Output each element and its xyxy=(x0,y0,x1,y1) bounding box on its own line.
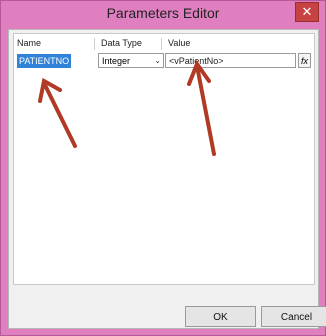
column-header-value: Value xyxy=(168,38,191,48)
window-title: Parameters Editor xyxy=(106,5,220,21)
cancel-button[interactable]: Cancel xyxy=(261,306,326,327)
parameter-name-cell[interactable]: PATIENTNO xyxy=(17,54,71,68)
ok-button[interactable]: OK xyxy=(185,306,256,327)
data-type-value: Integer xyxy=(102,56,131,66)
column-header-name: Name xyxy=(17,38,42,48)
column-header-data-type: Data Type xyxy=(101,38,142,48)
close-button[interactable]: ✕ xyxy=(295,2,319,22)
value-input[interactable]: <vPatientNo> xyxy=(165,53,296,68)
function-icon: fx xyxy=(300,56,308,66)
expression-button[interactable]: fx xyxy=(298,53,311,68)
parameters-grid: Name Data Type Value PATIENTNO Integer ⌄… xyxy=(13,33,315,285)
header-divider xyxy=(94,38,95,50)
dialog-body: Name Data Type Value PATIENTNO Integer ⌄… xyxy=(8,29,326,329)
data-type-select[interactable]: Integer ⌄ xyxy=(98,53,164,68)
parameters-editor-window: Parameters Editor ✕ Name Data Type Value… xyxy=(0,0,326,336)
title-bar: Parameters Editor ✕ xyxy=(1,1,325,28)
chevron-down-icon: ⌄ xyxy=(154,56,161,65)
header-divider xyxy=(161,38,162,50)
close-icon: ✕ xyxy=(301,4,313,19)
